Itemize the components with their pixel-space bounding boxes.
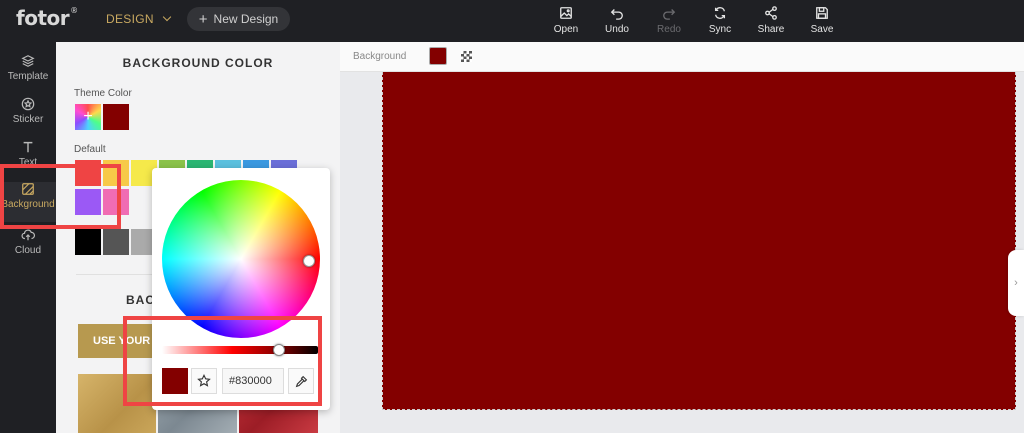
current-background-color-swatch[interactable] xyxy=(429,47,447,65)
share-icon xyxy=(765,6,777,20)
chevron-down-icon xyxy=(162,12,172,22)
open-button[interactable]: Open xyxy=(548,6,584,38)
share-button[interactable]: Share xyxy=(753,6,789,38)
color-wheel-handle[interactable] xyxy=(303,255,315,267)
transparent-background-icon[interactable] xyxy=(461,51,472,62)
design-canvas[interactable] xyxy=(382,72,1016,410)
rail-item-template[interactable]: Template xyxy=(0,54,56,94)
default-colors-label: Default xyxy=(74,144,106,155)
text-t-icon xyxy=(23,141,33,153)
redo-icon xyxy=(663,9,676,20)
new-design-button[interactable]: + New Design xyxy=(187,7,290,31)
rail-item-sticker[interactable]: Sticker xyxy=(0,97,56,137)
annotation-highlight-background-tab xyxy=(0,164,121,229)
rail-item-cloud[interactable]: Cloud xyxy=(0,228,56,268)
save-icon xyxy=(816,7,828,19)
top-bar: fotor® DESIGN + New Design Open Undo Red… xyxy=(0,0,1024,42)
undo-button[interactable]: Undo xyxy=(599,6,635,38)
default-color-swatch[interactable] xyxy=(103,229,129,255)
undo-icon xyxy=(610,9,623,20)
left-rail: Template Sticker Text Background Cloud xyxy=(0,42,56,433)
layers-icon xyxy=(21,55,35,67)
cloud-upload-icon xyxy=(21,229,35,241)
sync-icon xyxy=(714,7,726,19)
star-circle-icon xyxy=(21,97,35,111)
sync-button[interactable]: Sync xyxy=(702,6,738,38)
plus-icon: + xyxy=(198,10,208,28)
canvas-toolbar: Background xyxy=(340,42,1024,72)
annotation-highlight-color-controls xyxy=(123,316,322,406)
background-label: Background xyxy=(353,51,407,62)
chevron-right-icon[interactable]: › xyxy=(1008,250,1024,316)
save-button[interactable]: Save xyxy=(804,6,840,38)
panel-title: BACKGROUND COLOR xyxy=(122,56,274,70)
design-mode-dropdown[interactable]: DESIGN xyxy=(106,12,172,26)
design-mode-label: DESIGN xyxy=(106,12,154,26)
color-wheel[interactable] xyxy=(162,180,320,338)
theme-color-label: Theme Color xyxy=(74,88,132,99)
default-color-swatch[interactable] xyxy=(75,229,101,255)
open-image-icon xyxy=(560,7,572,19)
redo-button[interactable]: Redo xyxy=(651,6,687,38)
fotor-logo[interactable]: fotor® xyxy=(16,6,78,30)
add-theme-color-button[interactable]: + xyxy=(75,104,101,130)
theme-color-swatch[interactable] xyxy=(103,104,129,130)
